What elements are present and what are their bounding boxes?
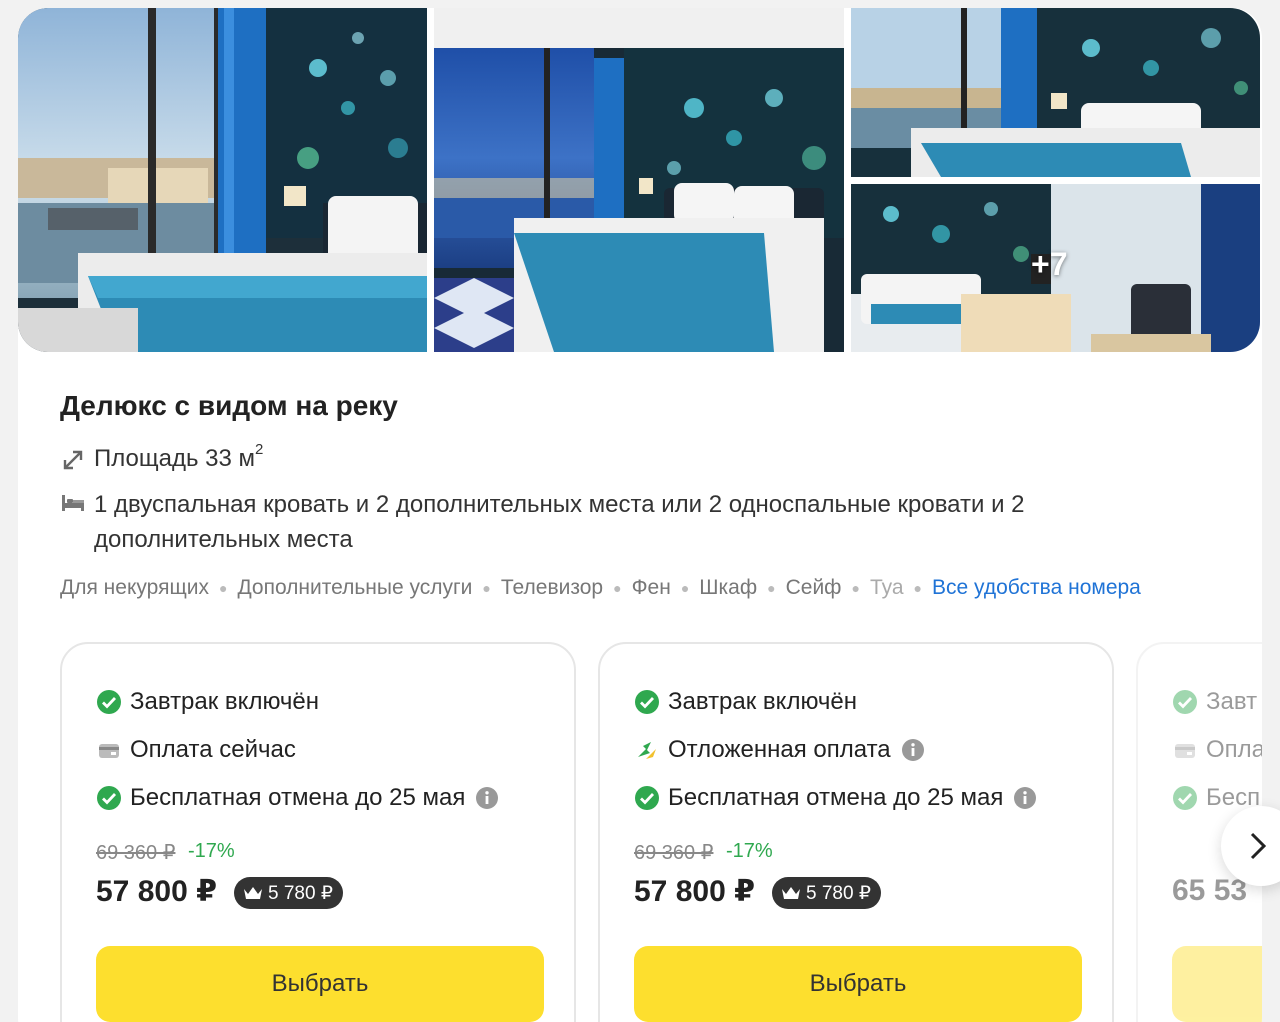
room-card: +7 Делюкс с видом на реку Площадь 33 м2 … [18,8,1262,1022]
amenity-separator: ● [482,580,491,596]
amenity-item: Шкаф [699,576,758,599]
check-circle-icon [1173,690,1197,714]
select-button[interactable] [1172,946,1262,1022]
info-icon[interactable] [475,786,499,810]
info-icon[interactable] [1013,786,1037,810]
check-circle-icon [635,690,659,714]
breakfast-feature: Завт [1172,688,1257,716]
room-title: Делюкс с видом на реку [60,390,398,421]
more-photos-count[interactable]: +7 [1031,246,1067,283]
bonus-amount: 5 780 ₽ [806,882,871,904]
amenity-separator: ● [218,580,228,596]
check-circle-icon [635,786,659,810]
room-beds-label: 1 двуспальная кровать и 2 дополнительных… [94,491,1025,553]
bonus-badge: 5 780 ₽ [772,877,881,909]
amenity-item: Телевизор [500,576,604,599]
amenity-item: Дополнительные услуги [237,576,473,599]
bed-icon [62,495,84,511]
room-photo-1[interactable] [18,8,427,352]
breakfast-feature: Завтрак включён [96,688,319,716]
room-photo-4[interactable]: +7 [851,184,1260,352]
crown-icon [782,887,800,899]
payment-feature: Опла [1172,736,1262,764]
breakfast-label: Завтрак включён [130,688,320,715]
check-circle-icon [97,786,121,810]
amenity-separator: ● [767,580,776,596]
offer-card-1: Завтрак включён Оплата сейчас Бесплатная… [60,642,576,1022]
bonus-badge: 5 780 ₽ [234,877,343,909]
amenity-separator: ● [680,580,690,596]
resize-arrows-icon [63,450,83,470]
old-price: 69 360 ₽ [634,842,714,864]
crown-icon [244,887,262,899]
payment-feature: Оплата сейчас [96,736,296,764]
discount-badge: -17% [726,840,773,862]
breakfast-label: Завт [1206,688,1258,715]
deferred-payment-icon [638,742,656,759]
amenity-item-faded: Туа [869,576,904,599]
payment-label: Отложенная оплата [668,736,891,763]
amenity-separator: ● [913,580,922,596]
amenity-item: Фен [631,576,671,599]
bonus-amount: 5 780 ₽ [268,882,333,904]
breakfast-label: Завтрак включён [668,688,858,715]
amenity-item: Для некурящих [60,576,209,599]
card-icon [99,744,119,758]
all-amenities-link[interactable]: Все удобства номера [932,576,1141,600]
amenity-item: Сейф [785,576,842,599]
chevron-right-icon [1250,832,1267,860]
payment-label: Опла [1206,736,1262,763]
cancellation-label: Бесплатная отмена до 25 мая [668,784,1004,811]
breakfast-feature: Завтрак включён [634,688,857,716]
amenity-separator: ● [613,580,622,596]
payment-feature: Отложенная оплата [634,736,925,764]
price: 57 800 ₽ [96,875,217,908]
cancellation-feature: Бесплатная отмена до 25 мая [634,784,1037,812]
select-button[interactable]: Выбрать [634,946,1082,1022]
offer-card-2: Завтрак включён Отложенная оплата Беспла… [598,642,1114,1022]
room-photo-3[interactable] [851,8,1260,177]
room-photo-2[interactable] [434,8,844,352]
price: 65 53 [1172,874,1248,907]
payment-label: Оплата сейчас [130,736,296,763]
check-circle-icon [1173,786,1197,810]
room-area: Площадь 33 м2 [60,441,264,473]
room-beds: 1 двуспальная кровать и 2 дополнительных… [60,487,1160,557]
info-icon[interactable] [901,738,925,762]
card-icon [1175,744,1195,758]
cancellation-label: Бесплатная отмена до 25 мая [130,784,466,811]
amenity-separator: ● [851,580,860,596]
old-price: 69 360 ₽ [96,842,176,864]
amenities-list: Для некурящих ● Дополнительные услуги ● … [60,573,1230,603]
room-area-label: Площадь 33 м2 [94,441,264,472]
select-button[interactable]: Выбрать [96,946,544,1022]
discount-badge: -17% [188,840,235,862]
cancellation-feature: Бесплатная отмена до 25 мая [96,784,499,812]
check-circle-icon [97,690,121,714]
price: 57 800 ₽ [634,875,755,908]
